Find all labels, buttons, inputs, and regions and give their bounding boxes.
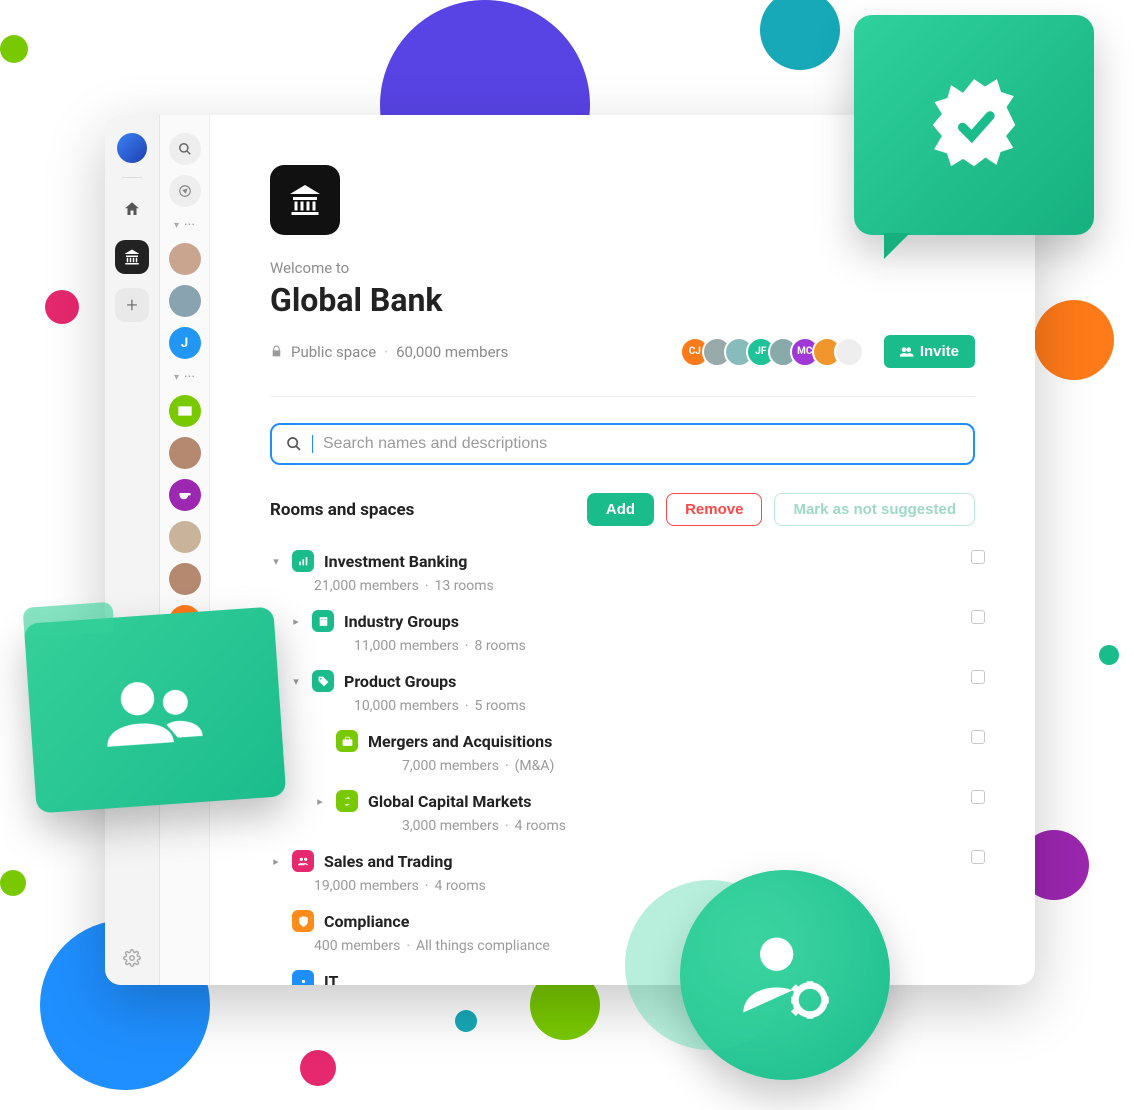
- node-title: Global Capital Markets: [368, 792, 532, 811]
- member-avatar[interactable]: [834, 337, 864, 367]
- tree-node-gcm: ▸ Global Capital Markets 3,000 members·4 r…: [270, 786, 975, 834]
- user-avatar[interactable]: [117, 133, 147, 163]
- tree-row[interactable]: ▾ Investment Banking: [270, 546, 975, 576]
- invite-label: Invite: [920, 343, 959, 360]
- tree-row[interactable]: ▸ Industry Groups: [290, 606, 975, 636]
- caret-right-icon[interactable]: ▸: [314, 795, 326, 808]
- add-button[interactable]: Add: [587, 493, 654, 526]
- node-title: Product Groups: [344, 672, 456, 691]
- caret-right-icon[interactable]: ▸: [270, 855, 282, 868]
- tree-row[interactable]: ▸ Sales and Trading: [270, 846, 975, 876]
- tree-node-inv: ▾ Investment Banking 21,000 members·13 roo…: [270, 546, 975, 594]
- decor-circle: [1034, 300, 1114, 380]
- decor-circle: [0, 35, 28, 63]
- node-title: Industry Groups: [344, 612, 459, 631]
- space-type-icon: [336, 790, 358, 812]
- room-list-column: ··· J ···: [160, 115, 210, 985]
- decor-circle: [0, 870, 26, 896]
- compass-icon[interactable]: [169, 175, 201, 207]
- visibility-label: Public space: [291, 343, 376, 361]
- decor-circle: [760, 0, 840, 70]
- search-field[interactable]: [270, 423, 975, 465]
- room-avatar[interactable]: J: [169, 327, 201, 359]
- node-title: Investment Banking: [324, 552, 467, 571]
- room-avatar[interactable]: [169, 521, 201, 553]
- search-icon: [286, 436, 302, 452]
- settings-icon[interactable]: [123, 949, 141, 967]
- main-content: Welcome to Global Bank Public space · 60…: [210, 115, 1035, 985]
- room-avatar[interactable]: [169, 395, 201, 427]
- decor-user-settings-icon: [680, 870, 890, 1080]
- section-collapse[interactable]: ···: [174, 369, 195, 385]
- space-meta: Public space · 60,000 members: [270, 343, 508, 361]
- space-type-icon: [292, 970, 314, 985]
- node-meta: 19,000 members·4 rooms: [314, 878, 975, 894]
- tree-node-ma: Mergers and Acquisitions 7,000 members·(M…: [270, 726, 975, 774]
- space-title: Global Bank: [270, 281, 975, 319]
- nav-rail: +: [105, 115, 160, 985]
- decor-circle: [1099, 645, 1119, 665]
- section-title: Rooms and spaces: [270, 500, 414, 520]
- member-avatar-stack[interactable]: CJJFMC: [688, 337, 864, 367]
- node-title: Sales and Trading: [324, 852, 452, 871]
- tree-node-prod: ▾ Product Groups 10,000 members·5 rooms: [270, 666, 975, 714]
- section-collapse[interactable]: ···: [174, 217, 195, 233]
- tree-node-ind: ▸ Industry Groups 11,000 members·8 rooms: [270, 606, 975, 654]
- room-avatar[interactable]: [169, 243, 201, 275]
- decor-circle: [300, 1050, 336, 1086]
- node-title: Compliance: [324, 912, 409, 931]
- invite-button[interactable]: Invite: [884, 335, 975, 368]
- decor-chat-icon: [854, 15, 1094, 235]
- caret-down-icon[interactable]: ▾: [270, 555, 282, 568]
- member-count: 60,000 members: [396, 343, 508, 361]
- tree-node-sales: ▸ Sales and Trading 19,000 members·4 rooms: [270, 846, 975, 894]
- space-type-icon: [292, 910, 314, 932]
- space-type-icon: [292, 550, 314, 572]
- decor-circle: [45, 290, 79, 324]
- decor-circle: [455, 1010, 477, 1032]
- tree-row[interactable]: ▸ Global Capital Markets: [314, 786, 975, 816]
- room-avatar[interactable]: [169, 285, 201, 317]
- remove-button[interactable]: Remove: [666, 493, 762, 526]
- node-meta: 11,000 members·8 rooms: [354, 638, 975, 654]
- nav-add-space[interactable]: +: [115, 288, 149, 322]
- search-icon[interactable]: [169, 133, 201, 165]
- space-type-icon: [336, 730, 358, 752]
- welcome-label: Welcome to: [270, 259, 975, 277]
- caret-down-icon[interactable]: ▾: [290, 675, 302, 688]
- select-checkbox[interactable]: [971, 610, 985, 624]
- search-input[interactable]: [323, 435, 959, 453]
- room-avatar[interactable]: [169, 437, 201, 469]
- node-title: IT: [324, 972, 338, 986]
- select-checkbox[interactable]: [971, 550, 985, 564]
- node-title: Mergers and Acquisitions: [368, 732, 552, 751]
- space-type-icon: [312, 670, 334, 692]
- decor-folder-icon: [24, 607, 287, 814]
- space-type-icon: [292, 850, 314, 872]
- node-meta: 21,000 members·13 rooms: [314, 578, 975, 594]
- select-checkbox[interactable]: [971, 850, 985, 864]
- tree-row[interactable]: ▾ Product Groups: [290, 666, 975, 696]
- room-avatar[interactable]: [169, 479, 201, 511]
- space-icon: [270, 165, 340, 235]
- mark-not-suggested-button[interactable]: Mark as not suggested: [774, 493, 975, 526]
- node-meta: 3,000 members·4 rooms: [402, 818, 975, 834]
- caret-right-icon[interactable]: ▸: [290, 615, 302, 628]
- lock-icon: [270, 345, 283, 358]
- select-checkbox[interactable]: [971, 790, 985, 804]
- tree-row[interactable]: Mergers and Acquisitions: [314, 726, 975, 756]
- node-meta: 10,000 members·5 rooms: [354, 698, 975, 714]
- select-checkbox[interactable]: [971, 730, 985, 744]
- node-meta: 7,000 members·(M&A): [402, 758, 975, 774]
- nav-home[interactable]: [115, 192, 149, 226]
- select-checkbox[interactable]: [971, 670, 985, 684]
- nav-space-bank[interactable]: [115, 240, 149, 274]
- room-avatar[interactable]: [169, 563, 201, 595]
- space-type-icon: [312, 610, 334, 632]
